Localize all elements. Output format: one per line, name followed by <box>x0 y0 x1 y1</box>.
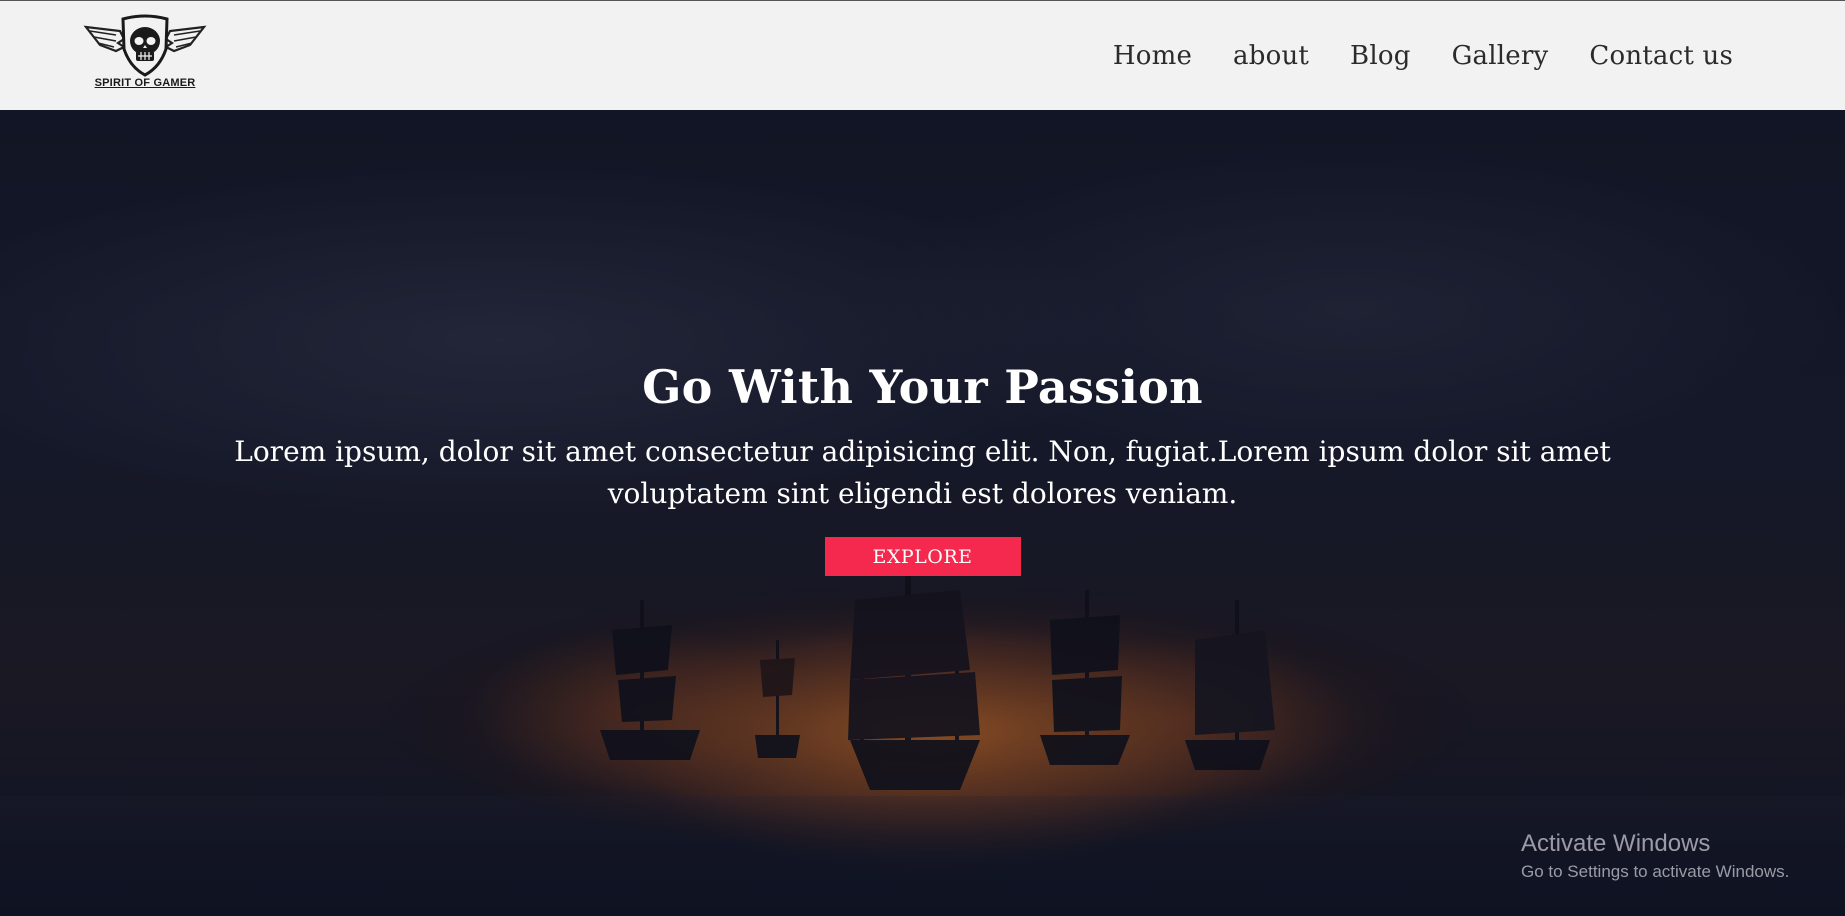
hero-description: Lorem ipsum, dolor sit amet consectetur … <box>234 435 1611 511</box>
site-header: SPIRIT OF GAMER Home about Blog Gallery … <box>0 0 1845 110</box>
nav-link-home[interactable]: Home <box>1113 41 1192 71</box>
nav-link-contact[interactable]: Contact us <box>1589 41 1733 71</box>
hero-title: Go With Your Passion <box>642 360 1203 414</box>
activate-windows-title: Activate Windows <box>1521 830 1711 857</box>
nav-item-home: Home <box>1113 41 1192 71</box>
skull-wings-logo-icon <box>83 14 207 77</box>
hero-section: Go With Your Passion Lorem ipsum, dolor … <box>0 110 1845 916</box>
nav-item-about: about <box>1233 41 1309 71</box>
nav-item-blog: Blog <box>1350 41 1411 71</box>
explore-button[interactable]: EXPLORE <box>824 537 1021 577</box>
activate-windows-subtitle: Go to Settings to activate Windows. <box>1521 862 1790 881</box>
main-nav: Home about Blog Gallery Contact us <box>1113 1 1733 111</box>
nav-item-gallery: Gallery <box>1452 41 1549 71</box>
hero-content: Go With Your Passion Lorem ipsum, dolor … <box>0 360 1845 577</box>
activate-windows-watermark: Activate Windows Go to Settings to activ… <box>1521 830 1789 882</box>
logo-text: SPIRIT OF GAMER <box>94 77 196 89</box>
nav-link-blog[interactable]: Blog <box>1350 41 1411 71</box>
nav-link-about[interactable]: about <box>1233 41 1309 71</box>
nav-link-gallery[interactable]: Gallery <box>1452 41 1549 71</box>
logo[interactable]: SPIRIT OF GAMER <box>80 13 210 95</box>
nav-item-contact: Contact us <box>1589 41 1733 71</box>
